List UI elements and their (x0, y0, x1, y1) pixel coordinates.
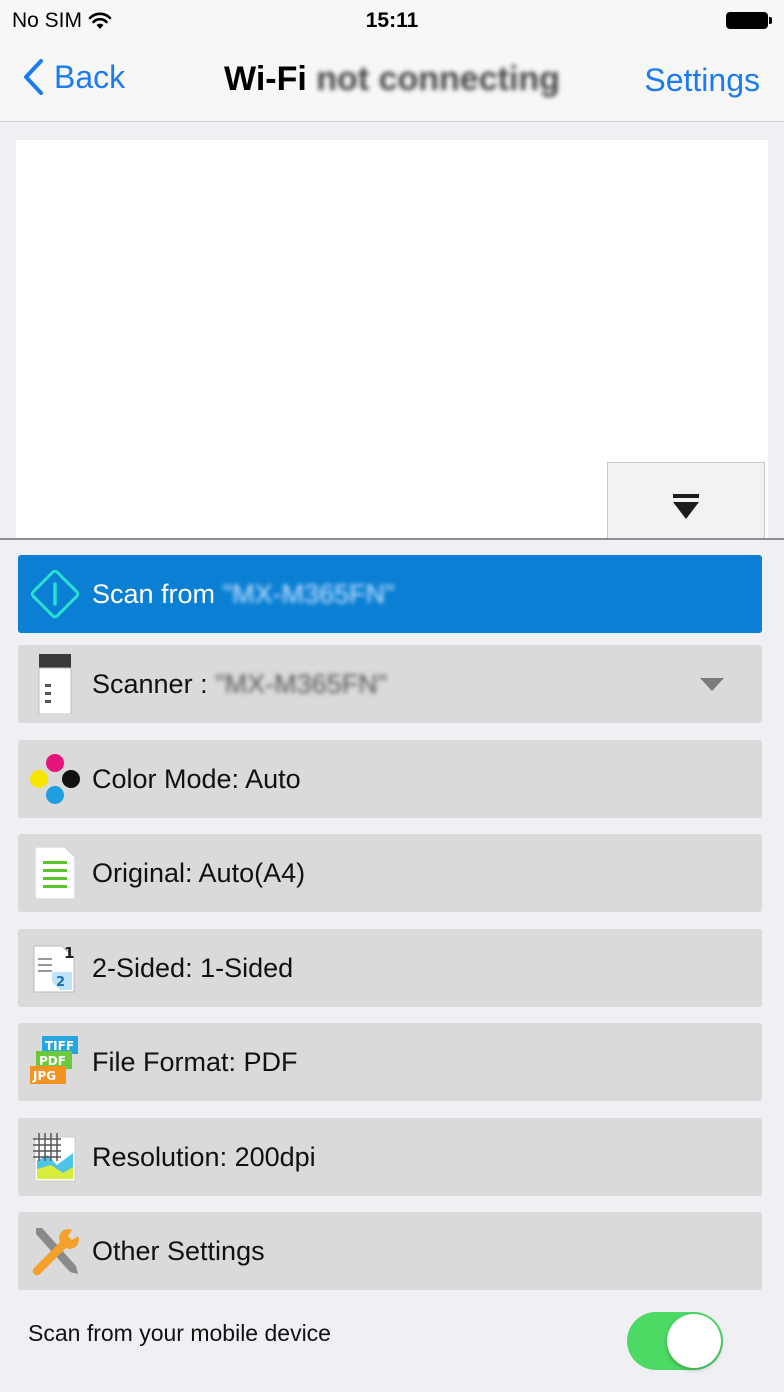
scan-device-name: "MX-M365FN" (222, 578, 395, 609)
svg-text:1: 1 (64, 944, 74, 962)
scan-button-label: Scan from "MX-M365FN" (92, 578, 395, 609)
color-mode-label: Color Mode: Auto (92, 763, 301, 794)
scanner-label: Scanner : "MX-M365FN" (92, 668, 388, 699)
original-document-icon (18, 834, 92, 912)
scan-button[interactable]: Scan from "MX-M365FN" (18, 555, 762, 633)
other-settings-button[interactable]: Other Settings (18, 1212, 762, 1290)
page-title-main: Wi-Fi (224, 60, 307, 98)
mobile-scan-label: Scan from your mobile device (28, 1320, 331, 1346)
wrench-screwdriver-icon (18, 1212, 92, 1290)
file-format-icon: TIFF PDF JPG (18, 1023, 92, 1101)
original-label: Original: Auto(A4) (92, 857, 306, 888)
other-settings-label: Other Settings (92, 1235, 265, 1266)
collapse-preview-button[interactable] (607, 462, 765, 540)
svg-text:PDF: PDF (39, 1054, 66, 1068)
clock: 15:11 (365, 9, 419, 32)
status-bar: No SIM 15:11 (0, 0, 784, 40)
resolution-label: Resolution: 200dpi (92, 1141, 316, 1172)
page-title: Wi-Fi not connecting (200, 60, 584, 99)
scanner-icon (18, 645, 92, 723)
dropdown-caret-icon (700, 678, 724, 691)
file-format-label: File Format: PDF (92, 1046, 298, 1077)
collapse-arrow-icon (673, 493, 699, 519)
original-setting[interactable]: Original: Auto(A4) (18, 834, 762, 912)
svg-text:2: 2 (56, 975, 65, 990)
color-dots-icon (18, 740, 92, 818)
mobile-scan-toggle[interactable] (627, 1312, 723, 1370)
file-format-setting[interactable]: TIFF PDF JPG File Format: PDF (18, 1023, 762, 1101)
navigation-bar: Back Wi-Fi not connecting Settings (0, 40, 784, 122)
two-sided-setting[interactable]: 1 2 2-Sided: 1-Sided (18, 929, 762, 1007)
svg-text:JPG: JPG (32, 1069, 56, 1083)
battery-icon (726, 12, 772, 29)
back-label: Back (54, 58, 126, 95)
settings-button[interactable]: Settings (644, 62, 760, 99)
scanner-device-name: "MX-M365FN" (215, 668, 388, 699)
page-title-obscured: not connecting (316, 60, 560, 98)
two-sided-label: 2-Sided: 1-Sided (92, 952, 294, 983)
svg-text:TIFF: TIFF (45, 1039, 74, 1053)
scan-start-icon (18, 555, 92, 633)
resolution-grid-icon (18, 1118, 92, 1196)
chevron-left-icon (24, 59, 43, 95)
toggle-knob (667, 1314, 721, 1368)
scanner-selector[interactable]: Scanner : "MX-M365FN" (18, 645, 762, 723)
divider (0, 538, 784, 540)
color-mode-setting[interactable]: Color Mode: Auto (18, 740, 762, 818)
duplex-icon: 1 2 (18, 929, 92, 1007)
resolution-setting[interactable]: Resolution: 200dpi (18, 1118, 762, 1196)
back-button[interactable]: Back (22, 58, 125, 96)
